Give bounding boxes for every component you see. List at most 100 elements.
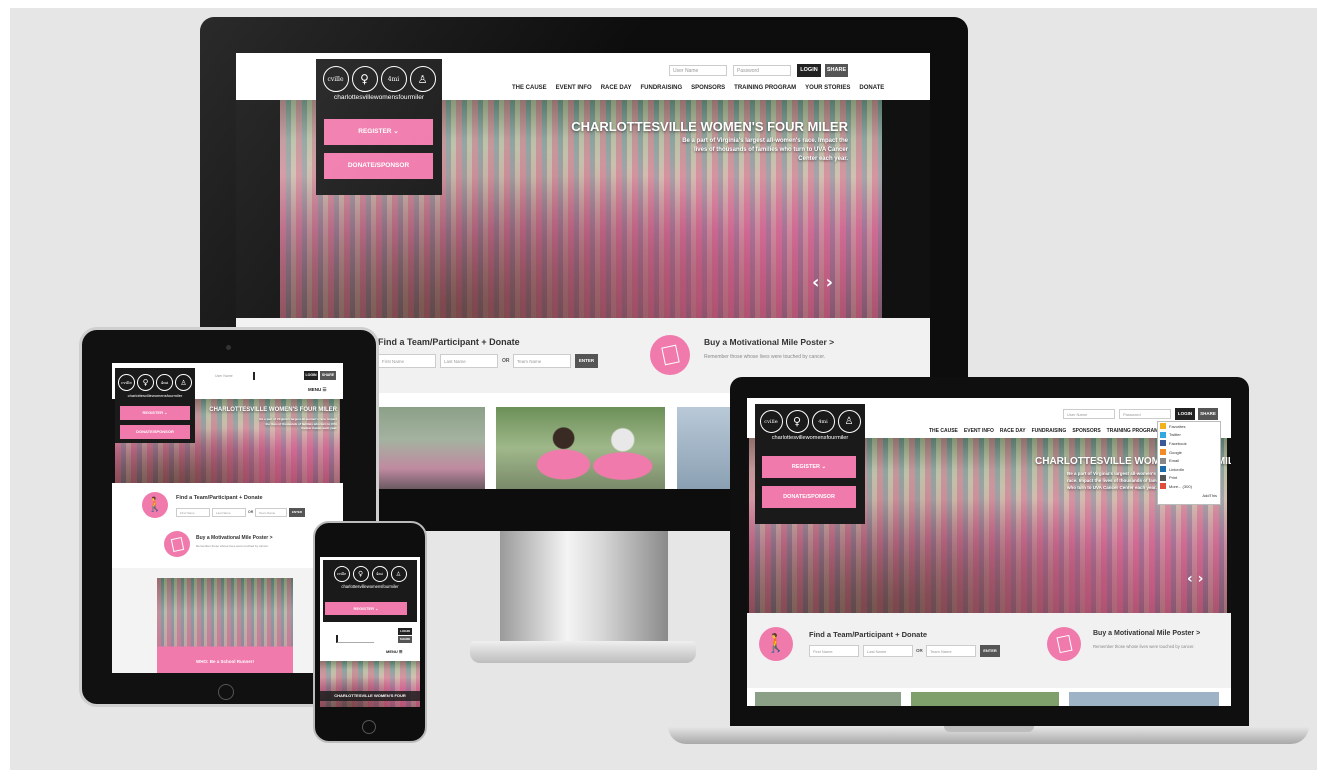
laptop-password-input[interactable]: Password <box>1119 409 1171 419</box>
tablet-logo[interactable]: cville ♀ 4mi ♙ <box>115 374 195 391</box>
nav-the-cause[interactable]: THE CAUSE <box>512 85 547 91</box>
share-item-favorites[interactable]: Favorites <box>1158 422 1220 431</box>
tablet-menu[interactable]: MENU ☰ <box>308 387 327 393</box>
laptop-first-name-input[interactable]: First Name <box>809 645 859 657</box>
tablet-poster-icon[interactable] <box>164 531 190 557</box>
share-dropdown-menu: Favorites Twitter Facebook Google Email … <box>1157 421 1221 505</box>
more-icon <box>1160 483 1166 490</box>
poster-title[interactable]: Buy a Motivational Mile Poster > <box>704 337 834 347</box>
laptop-nav-sponsors[interactable]: SPONSORS <box>1072 428 1100 434</box>
email-icon <box>1160 457 1166 464</box>
laptop-hero-slider-arrows[interactable]: ‹ › <box>1187 571 1203 587</box>
team-name-input[interactable]: Team Name <box>513 354 571 368</box>
laptop-thumbnail-3[interactable] <box>1069 692 1219 706</box>
thumbnail-2[interactable] <box>496 407 665 489</box>
donate-sponsor-button[interactable]: DONATE/SPONSOR <box>324 153 433 179</box>
laptop-walker-icon[interactable]: 🚶 <box>759 627 793 661</box>
tablet-home-button[interactable] <box>218 684 234 700</box>
laptop-username-input[interactable]: User Name <box>1063 409 1115 419</box>
tablet-logo-circle-tower: ♙ <box>175 374 192 391</box>
hero-subtitle: Be a part of Virginia's largest all-wome… <box>682 138 848 162</box>
laptop-donate-sponsor-button[interactable]: DONATE/SPONSOR <box>762 486 856 508</box>
phone-register-button[interactable]: REGISTER ⌄ <box>325 602 407 615</box>
phone-share-button[interactable]: SHARE <box>398 636 412 643</box>
laptop-thumbnail-2[interactable] <box>911 692 1059 706</box>
hero-title: CHARLOTTESVILLE WOMEN'S FOUR MILER <box>571 119 848 134</box>
share-item-google[interactable]: Google <box>1158 448 1220 457</box>
share-item-more[interactable]: More... (300) <box>1158 482 1220 491</box>
poster-icon[interactable] <box>650 335 690 375</box>
laptop-enter-button[interactable]: ENTER <box>980 645 1000 657</box>
password-placeholder: Password <box>737 68 759 74</box>
tablet-enter-button[interactable]: ENTER <box>289 508 305 517</box>
laptop-login-button[interactable]: LOGIN <box>1175 408 1195 420</box>
tablet-donate-sponsor-button[interactable]: DONATE/SPONSOR <box>120 425 190 439</box>
share-item-email[interactable]: Email <box>1158 456 1220 465</box>
nav-donate[interactable]: DONATE <box>859 85 884 91</box>
first-name-input[interactable]: First Name <box>378 354 436 368</box>
tablet-last-name-input[interactable]: Last Name <box>212 508 246 517</box>
tablet-walker-icon[interactable]: 🚶 <box>142 492 168 518</box>
tablet-search-slider[interactable] <box>253 372 289 380</box>
share-button[interactable]: SHARE <box>825 64 848 77</box>
last-name-input[interactable]: Last Name <box>440 354 498 368</box>
nav-race-day[interactable]: RACE DAY <box>601 85 632 91</box>
phone-login-button[interactable]: LOGIN <box>398 628 412 635</box>
tablet-logo-circle-venus: ♀ <box>137 374 154 391</box>
share-item-twitter[interactable]: Twitter <box>1158 431 1220 440</box>
laptop-register-button[interactable]: REGISTER ⌄ <box>762 456 856 478</box>
nav-sponsors[interactable]: SPONSORS <box>691 85 725 91</box>
register-button[interactable]: REGISTER ⌄ <box>324 119 433 145</box>
tablet-team-name-input[interactable]: Team Name <box>255 508 287 517</box>
tablet-first-name-input[interactable]: First Name <box>176 508 210 517</box>
phone-menu[interactable]: MENU ☰ <box>386 649 402 654</box>
phone-search-slider[interactable] <box>336 635 374 643</box>
enter-button[interactable]: ENTER <box>575 354 598 368</box>
laptop-nav-the-cause[interactable]: THE CAUSE <box>929 428 958 434</box>
nav-training-program[interactable]: TRAINING PROGRAM <box>734 85 796 91</box>
laptop-nav-event-info[interactable]: EVENT INFO <box>964 428 994 434</box>
logo-circle-venus: ♀ <box>351 66 378 92</box>
laptop-screen: User Name Password LOGIN SHARE THE CAUSE… <box>747 398 1231 706</box>
share-item-facebook[interactable]: Facebook <box>1158 439 1220 448</box>
laptop-logo[interactable]: cville ♀ 4mi ♙ <box>755 410 865 433</box>
thumbnail-1[interactable] <box>372 407 485 489</box>
nav-your-stories[interactable]: YOUR STORIES <box>805 85 850 91</box>
laptop-nav-race-day[interactable]: RACE DAY <box>1000 428 1026 434</box>
tablet-or-label: OR <box>248 510 254 514</box>
tablet-register-button[interactable]: REGISTER ⌄ <box>120 406 190 420</box>
nav-event-info[interactable]: EVENT INFO <box>556 85 592 91</box>
phone-logo-circle-4mi: 4mi <box>371 566 388 582</box>
phone-logo-circle-cville: cville <box>333 566 350 582</box>
laptop-nav-training-program[interactable]: TRAINING PROGRAM <box>1107 428 1159 434</box>
tablet-poster-title[interactable]: Buy a Motivational Mile Poster > <box>196 535 273 541</box>
laptop-last-name-input[interactable]: Last Name <box>863 645 913 657</box>
username-input[interactable]: User Name <box>669 65 727 76</box>
phone-logo[interactable]: cville ♀ 4mi ♙ <box>323 566 417 582</box>
laptop-poster-title[interactable]: Buy a Motivational Mile Poster > <box>1093 630 1200 637</box>
laptop-nav-fundraising[interactable]: FUNDRAISING <box>1032 428 1067 434</box>
login-button[interactable]: LOGIN <box>797 64 821 77</box>
facebook-icon <box>1160 440 1166 447</box>
share-item-linkedin[interactable]: LinkedIn <box>1158 465 1220 474</box>
phone-home-button[interactable] <box>362 720 376 734</box>
laptop-main-nav: THE CAUSE EVENT INFO RACE DAY FUNDRAISIN… <box>929 428 1158 434</box>
tablet-login-button[interactable]: LOGIN <box>304 371 318 380</box>
tablet-share-button[interactable]: SHARE <box>320 371 336 380</box>
laptop-or-label: OR <box>916 648 923 653</box>
laptop-team-name-input[interactable]: Team Name <box>926 645 976 657</box>
hero-slider-arrows[interactable]: ‹ › <box>812 272 833 293</box>
laptop-poster-icon[interactable] <box>1047 627 1081 661</box>
tablet-screen: cville ♀ 4mi ♙ charlottesvillewomensfour… <box>112 363 343 673</box>
laptop-thumbnail-1[interactable] <box>755 692 901 706</box>
phone-logo-circle-venus: ♀ <box>352 566 369 582</box>
logo[interactable]: cville ♀ 4mi ♙ <box>316 66 442 92</box>
nav-fundraising[interactable]: FUNDRAISING <box>640 85 682 91</box>
logo-circle-4mi: 4mi <box>380 66 407 92</box>
tablet-poster-subtitle: Remember those whose lives were touched … <box>196 544 269 548</box>
tablet-username-input[interactable]: User Name <box>212 372 248 380</box>
laptop-share-button[interactable]: SHARE <box>1198 408 1218 420</box>
share-item-print[interactable]: Print <box>1158 474 1220 483</box>
password-input[interactable]: Password <box>733 65 791 76</box>
phone-logo-circle-tower: ♙ <box>390 566 407 582</box>
